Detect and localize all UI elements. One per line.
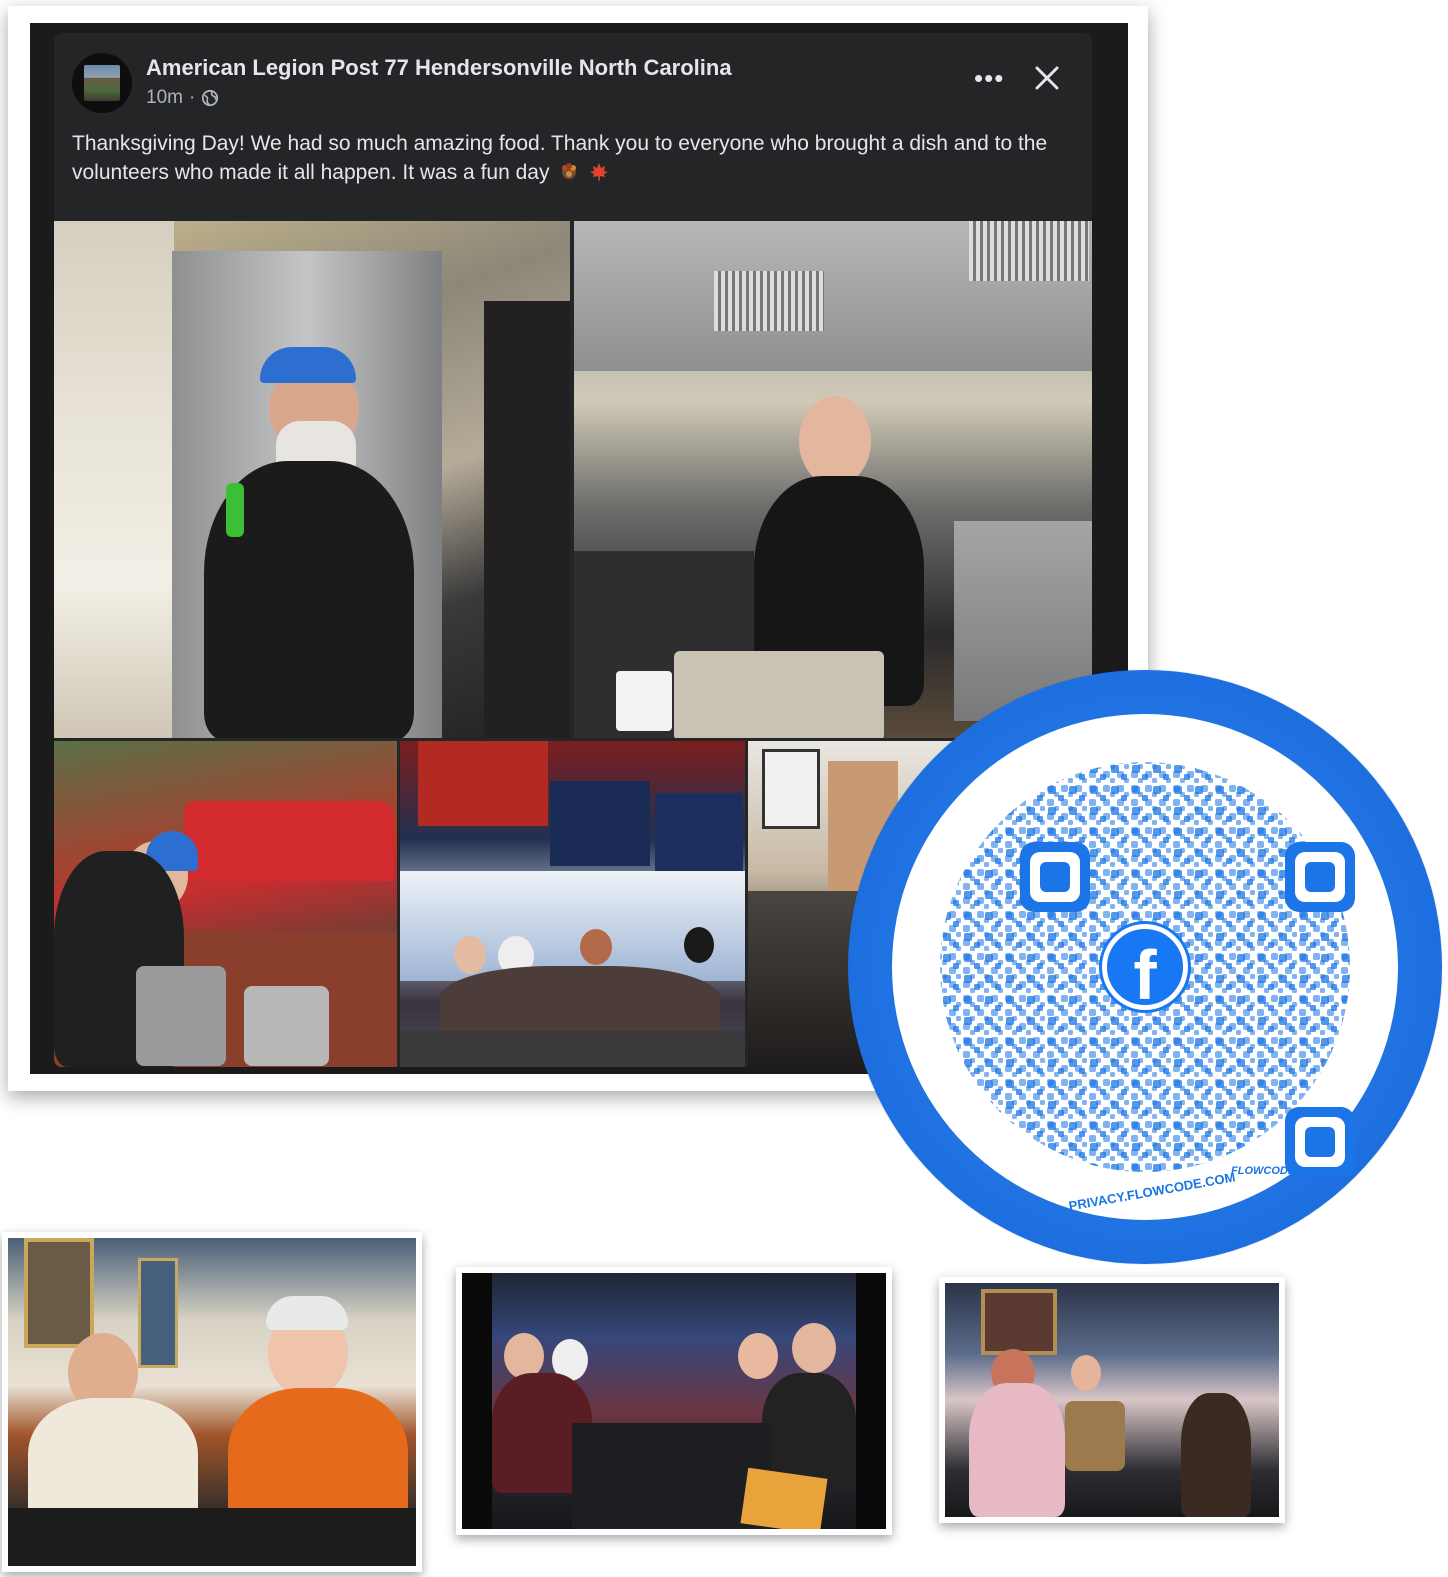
post-meta: 10m · [146,87,219,109]
snapshot-image [8,1238,416,1566]
turkey-emoji [562,163,577,179]
photo-kitchen-man-gloves[interactable] [574,221,1092,738]
qr-code[interactable]: f FLOWCODE PRIVACY.FLOWCODE.COM [892,714,1398,1220]
snapshot-two-men-table[interactable] [2,1232,422,1572]
page-name[interactable]: American Legion Post 77 Hendersonville N… [146,55,732,81]
snapshot-image [945,1283,1279,1517]
meta-separator: · [188,87,196,108]
globe-icon [202,89,219,107]
photo-outdoor-cooker[interactable] [54,741,397,1067]
qr-finder-top-right [1285,842,1355,912]
page-avatar[interactable] [72,53,132,113]
flowcode-qr-badge[interactable]: f FLOWCODE PRIVACY.FLOWCODE.COM [848,670,1442,1264]
photo-kitchen-man-blue-cap[interactable] [54,221,570,738]
facebook-logo-icon: f [1102,924,1188,1014]
photo-bar-flags-crowd[interactable] [400,741,745,1067]
snapshot-women-bar[interactable] [939,1277,1285,1523]
post-time[interactable]: 10m [146,87,183,109]
qr-finder-bottom-right [1285,1107,1355,1177]
maple-leaf-emoji [590,163,609,181]
snapshot-group-table[interactable] [456,1267,892,1535]
avatar-image [84,65,120,101]
post-text: Thanksgiving Day! We had so much amazing… [72,129,1072,187]
close-icon[interactable] [1034,65,1060,91]
snapshot-image [462,1273,886,1529]
facebook-letter: f [1133,936,1157,1014]
qr-finder-top-left [1020,842,1090,912]
more-options-icon[interactable]: ••• [974,63,1004,93]
